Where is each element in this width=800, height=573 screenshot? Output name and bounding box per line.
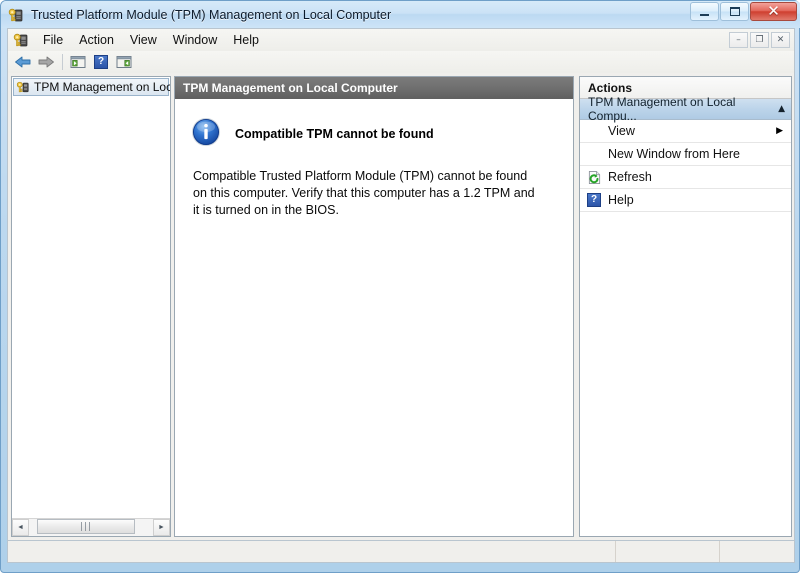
menu-window[interactable]: Window bbox=[165, 30, 225, 50]
action-label: View bbox=[608, 124, 635, 138]
close-icon: ✕ bbox=[767, 2, 780, 20]
action-item-help[interactable]: ? Help bbox=[580, 189, 791, 212]
tpm-key-icon[interactable] bbox=[8, 7, 24, 23]
message-title: Compatible TPM cannot be found bbox=[235, 126, 434, 141]
message-body: Compatible Trusted Platform Module (TPM)… bbox=[193, 169, 535, 217]
scroll-grip-icon: ||| bbox=[79, 521, 93, 532]
toolbar: ? bbox=[7, 51, 795, 74]
action-icon-placeholder bbox=[586, 146, 602, 162]
mdi-window-controls: – ❐ ✕ bbox=[729, 32, 790, 48]
action-label: Refresh bbox=[608, 170, 652, 184]
actions-pane: Actions TPM Management on Local Compu...… bbox=[579, 76, 792, 537]
status-cell-2 bbox=[616, 541, 720, 562]
maximize-button[interactable] bbox=[720, 2, 749, 21]
title-bar[interactable]: Trusted Platform Module (TPM) Management… bbox=[1, 1, 800, 28]
tree-item-label: TPM Management on Local bbox=[34, 80, 170, 94]
show-hide-tree-button[interactable] bbox=[67, 52, 89, 72]
menu-action[interactable]: Action bbox=[71, 30, 122, 50]
menu-help[interactable]: Help bbox=[225, 30, 267, 50]
mdi-close-button[interactable]: ✕ bbox=[771, 32, 790, 48]
action-item-view[interactable]: View ▶ bbox=[580, 120, 791, 143]
message-header: Compatible TPM cannot be found bbox=[191, 117, 551, 150]
chevron-up-icon: ▲ bbox=[778, 104, 785, 114]
actions-group-header[interactable]: TPM Management on Local Compu... ▲ bbox=[580, 95, 791, 123]
toolbar-separator bbox=[62, 54, 63, 70]
submenu-arrow-icon: ▶ bbox=[776, 126, 783, 136]
menu-bar: File Action View Window Help – ❐ ✕ bbox=[7, 28, 795, 51]
action-label: Help bbox=[608, 193, 634, 207]
action-label: New Window from Here bbox=[608, 147, 740, 161]
actions-group-label: TPM Management on Local Compu... bbox=[588, 95, 736, 123]
minimize-button[interactable] bbox=[690, 2, 719, 21]
menu-view[interactable]: View bbox=[122, 30, 165, 50]
window-title: Trusted Platform Module (TPM) Management… bbox=[31, 7, 392, 22]
results-pane-header: TPM Management on Local Computer bbox=[175, 77, 573, 99]
client-area: TPM Management on Local ◄ ||| ► TPM Mana… bbox=[7, 73, 795, 541]
action-item-refresh[interactable]: Refresh bbox=[580, 166, 791, 189]
status-bar bbox=[7, 541, 795, 563]
show-action-pane-icon bbox=[116, 56, 132, 68]
left-arrow-icon bbox=[15, 56, 31, 68]
scroll-thumb[interactable]: ||| bbox=[37, 519, 135, 534]
console-tree-body[interactable]: TPM Management on Local bbox=[12, 77, 170, 518]
actions-pane-filler bbox=[580, 212, 791, 536]
tpm-key-icon bbox=[13, 32, 29, 48]
mdi-restore-button[interactable]: ❐ bbox=[750, 32, 769, 48]
window-controls: ✕ bbox=[690, 2, 797, 21]
scroll-left-arrow[interactable]: ◄ bbox=[12, 519, 29, 536]
console-tree-pane: TPM Management on Local ◄ ||| ► bbox=[11, 76, 171, 537]
status-message bbox=[8, 541, 616, 562]
hide-console-tree-icon bbox=[70, 56, 86, 68]
mdi-minimize-button[interactable]: – bbox=[729, 32, 748, 48]
show-hide-action-pane-button[interactable] bbox=[113, 52, 135, 72]
toolbar-help-button[interactable]: ? bbox=[90, 52, 112, 72]
tree-item-tpm-management[interactable]: TPM Management on Local bbox=[13, 78, 170, 96]
info-icon bbox=[191, 117, 221, 150]
tree-horizontal-scrollbar[interactable]: ◄ ||| ► bbox=[12, 518, 170, 536]
help-question-icon: ? bbox=[94, 55, 108, 69]
tpm-key-icon bbox=[16, 80, 30, 94]
help-question-icon: ? bbox=[586, 192, 602, 208]
minimize-icon bbox=[700, 13, 709, 16]
results-pane: TPM Management on Local Computer Compati… bbox=[174, 76, 574, 537]
action-icon-placeholder bbox=[586, 123, 602, 139]
scroll-right-arrow[interactable]: ► bbox=[153, 519, 170, 536]
back-button[interactable] bbox=[12, 52, 34, 72]
forward-button[interactable] bbox=[35, 52, 57, 72]
status-cell-3 bbox=[720, 541, 794, 562]
application-window: Trusted Platform Module (TPM) Management… bbox=[0, 0, 800, 573]
refresh-icon bbox=[586, 169, 602, 185]
right-arrow-icon bbox=[38, 56, 54, 68]
close-button[interactable]: ✕ bbox=[750, 2, 797, 21]
action-item-new-window-from-here[interactable]: New Window from Here bbox=[580, 143, 791, 166]
maximize-icon bbox=[729, 7, 740, 16]
results-pane-body: Compatible TPM cannot be found Compatibl… bbox=[175, 99, 573, 536]
scroll-track[interactable]: ||| bbox=[29, 519, 153, 536]
menu-file[interactable]: File bbox=[35, 30, 71, 50]
